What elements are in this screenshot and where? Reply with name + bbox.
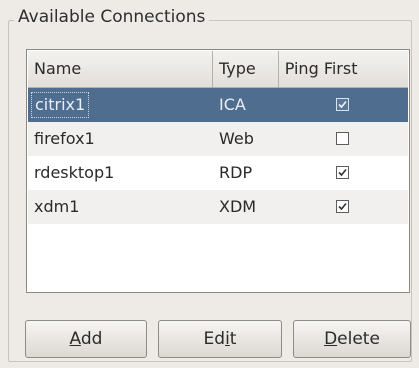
edit-button[interactable]: Edit bbox=[158, 320, 282, 358]
row-name: firefox1 bbox=[34, 129, 95, 148]
connections-list[interactable]: Name Type Ping First citrix1 ICA firefox… bbox=[26, 49, 410, 293]
row-ping-cell bbox=[279, 190, 408, 224]
row-ping-cell bbox=[279, 122, 408, 156]
row-name: citrix1 bbox=[31, 92, 90, 118]
add-button[interactable]: Add bbox=[25, 320, 147, 358]
ping-first-checkbox[interactable] bbox=[335, 132, 349, 145]
row-type: ICA bbox=[219, 95, 246, 114]
column-header-name[interactable]: Name bbox=[28, 51, 214, 87]
row-type: XDM bbox=[219, 197, 257, 216]
table-row[interactable]: firefox1 Web bbox=[28, 122, 408, 156]
table-row[interactable]: xdm1 XDM bbox=[28, 190, 408, 224]
add-mnemonic: A bbox=[69, 329, 81, 349]
table-row[interactable]: citrix1 ICA bbox=[28, 88, 408, 122]
edit-label-pre: Ed bbox=[203, 329, 226, 349]
row-name-cell: citrix1 bbox=[28, 88, 213, 122]
ping-first-checkbox[interactable] bbox=[335, 98, 349, 111]
list-header: Name Type Ping First bbox=[28, 51, 408, 88]
edit-label-rest: t bbox=[229, 329, 237, 349]
ping-first-checkbox[interactable] bbox=[335, 166, 349, 179]
check-mark-icon bbox=[338, 202, 347, 211]
check-mark-icon bbox=[338, 100, 347, 109]
list-rows: citrix1 ICA firefox1 Web rdesktop1 RDP x… bbox=[28, 88, 408, 224]
check-mark-icon bbox=[338, 168, 347, 177]
column-header-ping-first[interactable]: Ping First bbox=[278, 51, 408, 87]
delete-mnemonic: D bbox=[324, 329, 338, 349]
row-name: rdesktop1 bbox=[34, 163, 115, 182]
column-header-type[interactable]: Type bbox=[213, 51, 279, 87]
delete-button[interactable]: Delete bbox=[293, 320, 411, 358]
row-type: RDP bbox=[219, 163, 253, 182]
table-row[interactable]: rdesktop1 RDP bbox=[28, 156, 408, 190]
add-label-rest: dd bbox=[80, 329, 103, 349]
row-ping-cell bbox=[279, 156, 408, 190]
group-title: Available Connections bbox=[14, 6, 210, 28]
row-name: xdm1 bbox=[34, 197, 80, 216]
row-ping-cell bbox=[279, 88, 408, 122]
ping-first-checkbox[interactable] bbox=[335, 200, 349, 213]
delete-label-rest: elete bbox=[337, 329, 380, 349]
row-type: Web bbox=[219, 129, 254, 148]
connections-panel: Available Connections Name Type Ping Fir… bbox=[0, 0, 419, 368]
